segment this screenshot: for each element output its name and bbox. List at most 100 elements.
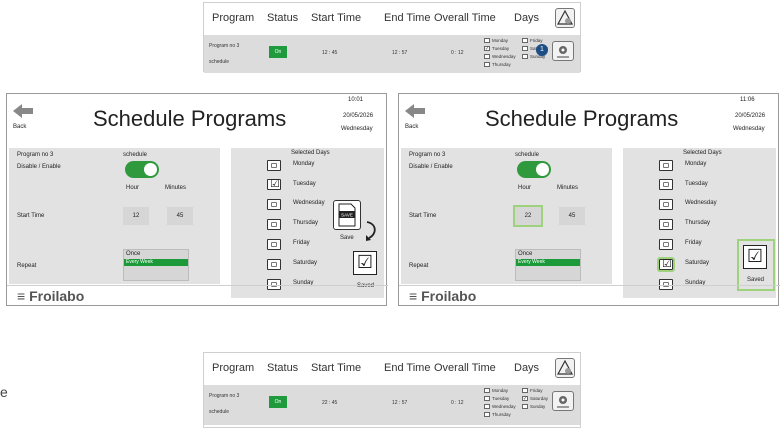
hour-label: Hour	[126, 185, 140, 191]
hour-input[interactable]: 12	[123, 207, 149, 225]
repeat-option-every-week[interactable]: Every Week	[124, 259, 188, 266]
checkbox-wednesday[interactable]	[267, 199, 281, 210]
table-row[interactable]: Program no 3 schedule On 22 : 45 12 : 57…	[204, 385, 580, 425]
clock-weekday: Wednesday	[341, 126, 373, 132]
day-label-monday: Monday	[685, 161, 707, 167]
footer-divider	[399, 285, 780, 286]
days-area: Selected Days Monday ☑ Tuesday Wednesday…	[231, 148, 384, 298]
repeat-select[interactable]: Once Every Week	[123, 249, 189, 281]
page-title: Schedule Programs	[485, 106, 679, 131]
col-program: Program	[212, 12, 255, 24]
day-label-tuesday: Tuesday	[293, 181, 316, 187]
start-time-label: Start Time	[409, 213, 437, 219]
checkbox-monday[interactable]	[659, 160, 673, 171]
days-area: Selected Days Monday Tuesday Wednesday T…	[623, 148, 776, 298]
day-label-friday: Friday	[293, 240, 310, 246]
day-friday[interactable]: Friday	[522, 38, 543, 44]
enable-toggle[interactable]	[125, 161, 159, 178]
checkbox-friday[interactable]	[659, 239, 673, 250]
col-days: Days	[514, 12, 540, 24]
col-end-time: End Time	[384, 12, 431, 24]
page-title: Schedule Programs	[93, 106, 287, 131]
table-header: Program Status Start Time End Time Overa…	[204, 353, 580, 383]
back-button[interactable]: Back	[13, 104, 35, 134]
day-friday[interactable]: Friday	[522, 388, 543, 394]
program-name: Program no 3	[209, 43, 240, 49]
disable-enable-label: Disable / Enable	[17, 164, 61, 170]
col-overall-time: Overall Time	[434, 12, 496, 24]
table-row[interactable]: Program no 3 schedule On 12 : 45 12 : 57…	[204, 35, 580, 73]
save-button[interactable]: SAVE	[333, 200, 361, 230]
enable-toggle[interactable]	[517, 161, 551, 178]
saved-button-frame[interactable]: ☑ Saved	[737, 239, 775, 291]
checkbox-tuesday[interactable]	[659, 179, 673, 190]
day-monday[interactable]: Monday	[484, 38, 508, 44]
curved-arrow-icon	[366, 221, 376, 241]
day-label-saturday: Saturday	[293, 260, 318, 266]
status-on-button[interactable]: On	[269, 396, 287, 408]
col-status: Status	[267, 12, 299, 24]
day-wednesday[interactable]: Wednesday	[484, 54, 516, 60]
repeat-option-once[interactable]: Once	[126, 251, 140, 257]
edit-gear-icon-button[interactable]	[552, 391, 574, 411]
repeat-option-every-week[interactable]: Every Week	[516, 259, 580, 266]
back-arrow-icon	[13, 104, 33, 118]
saved-checkbox-button[interactable]: ☑	[353, 251, 377, 275]
day-tuesday[interactable]: Tuesday	[484, 396, 509, 402]
day-label-monday: Monday	[293, 161, 315, 167]
settings-icon-button[interactable]	[555, 358, 575, 378]
col-status: Status	[267, 362, 299, 374]
minutes-input[interactable]: 45	[559, 207, 585, 225]
schedule-name: schedule	[123, 152, 148, 158]
end-time-value: 12 : 57	[392, 400, 408, 406]
program-label: Program no 3	[17, 152, 54, 158]
day-tuesday[interactable]: ✓ Tuesday	[484, 46, 509, 52]
col-start-time: Start Time	[311, 362, 362, 374]
checkbox-saturday[interactable]	[267, 259, 281, 270]
col-start-time: Start Time	[311, 12, 362, 24]
repeat-select[interactable]: Once Every Week	[515, 249, 581, 281]
day-label-saturday: Saturday	[685, 260, 710, 266]
saved-checkbox-button[interactable]: ☑	[743, 245, 767, 269]
disable-enable-label: Disable / Enable	[409, 164, 453, 170]
back-arrow-icon	[405, 104, 425, 118]
froilabo-logo: ≡ Froilabo	[17, 288, 85, 304]
settings-icon-button[interactable]	[555, 8, 575, 28]
edit-gear-icon-button[interactable]	[552, 41, 574, 61]
saved-label: Saved	[357, 283, 375, 289]
col-days: Days	[514, 362, 540, 374]
day-monday[interactable]: Monday	[484, 388, 508, 394]
day-label-wednesday: Wednesday	[293, 200, 325, 206]
warning-gear-icon	[556, 359, 574, 375]
day-label-thursday: Thursday	[685, 220, 711, 226]
minutes-input[interactable]: 45	[167, 207, 193, 225]
back-button[interactable]: Back	[405, 104, 427, 134]
day-sunday[interactable]: Sunday	[522, 404, 545, 410]
status-on-button[interactable]: On	[269, 46, 287, 58]
repeat-option-once[interactable]: Once	[518, 251, 532, 257]
save-icon-text: SAVE	[341, 213, 353, 218]
checkbox-tuesday[interactable]: ☑	[267, 178, 281, 190]
day-wednesday[interactable]: Wednesday	[484, 404, 516, 410]
checkbox-saturday[interactable]: ☑	[657, 257, 675, 272]
saved-label: Saved	[747, 277, 765, 283]
checkbox-thursday[interactable]	[267, 219, 281, 230]
schedule-name: schedule	[515, 152, 540, 158]
start-time-value: 22 : 45	[322, 400, 338, 406]
repeat-label: Repeat	[409, 263, 429, 269]
checkbox-friday[interactable]	[267, 239, 281, 250]
checkbox-monday[interactable]	[267, 160, 281, 171]
day-label-wednesday: Wednesday	[685, 200, 717, 206]
hour-input[interactable]: 22	[513, 205, 543, 227]
day-thursday[interactable]: Thursday	[484, 412, 511, 418]
checkbox-thursday[interactable]	[659, 219, 673, 230]
clock-time: 10:01	[348, 97, 364, 103]
overall-time-value: 0 : 12	[451, 50, 464, 56]
save-file-icon: SAVE	[338, 203, 356, 227]
program-label: Program no 3	[409, 152, 446, 158]
day-saturday[interactable]: ✓ Saturday	[522, 396, 548, 402]
day-thursday[interactable]: Thursday	[484, 62, 511, 68]
settings-area: Program no 3 schedule Disable / Enable H…	[401, 148, 612, 284]
checkbox-wednesday[interactable]	[659, 199, 673, 210]
hour-label: Hour	[518, 185, 532, 191]
